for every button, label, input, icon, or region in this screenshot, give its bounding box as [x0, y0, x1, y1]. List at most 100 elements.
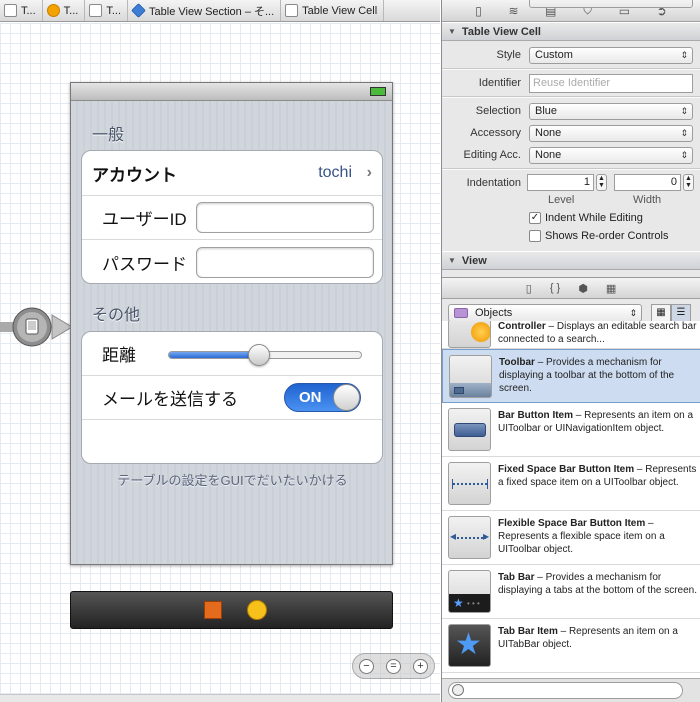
list-item[interactable]: ★ • • • Tab Bar – Provides a mechanism fo… — [442, 565, 700, 619]
editing-acc-row: Editing Acc. None ⇕ — [442, 144, 700, 166]
table-row-mail: メールを送信する ON — [82, 376, 382, 420]
indentation-label: Indentation — [466, 177, 521, 189]
indent-while-editing-label: Indent While Editing — [545, 212, 643, 224]
list-view-icon[interactable]: ☰ — [671, 304, 691, 322]
media-library-icon[interactable]: ▦ — [606, 282, 616, 295]
list-item[interactable]: Toolbar – Provides a mechanism for displ… — [442, 349, 700, 403]
objects-popup[interactable]: Objects ⇕ — [448, 304, 642, 322]
indentation-row: Indentation 1 ▲ ▼ 0 ▲ ▼ — [442, 172, 700, 194]
toggle-knob — [333, 384, 360, 411]
indent-while-editing-checkbox[interactable]: ✓ — [529, 212, 541, 224]
zoom-in-icon[interactable]: + — [413, 658, 428, 674]
password-field[interactable] — [196, 246, 374, 278]
identifier-label: Identifier — [478, 77, 521, 89]
tab-bar-thumb: ★ • • • — [448, 570, 491, 613]
disclosure-triangle-icon: ▼ — [448, 27, 456, 36]
table-group-general: アカウント tochi › ユーザーID パスワード — [81, 150, 383, 284]
account-value: tochi — [318, 164, 352, 181]
toggle-on-label: ON — [299, 389, 322, 406]
list-item[interactable]: Controller – Displays an editable search… — [442, 321, 700, 349]
library-filter-input[interactable] — [448, 682, 683, 699]
grid-view-icon[interactable]: ▦ — [651, 304, 671, 322]
list-item[interactable]: ★ Tab Bar Item – Represents an item on a… — [442, 619, 700, 673]
table-row-distance: 距離 — [82, 332, 382, 376]
style-popup[interactable]: Custom ⇕ — [529, 47, 693, 64]
selection-popup[interactable]: Blue ⇕ — [529, 103, 693, 120]
breadcrumb-item-tableview[interactable]: T... — [85, 0, 129, 21]
popup-arrows-icon: ⇕ — [680, 150, 688, 160]
library-search-bar — [442, 678, 700, 702]
breadcrumb-item-scene[interactable]: T... — [43, 0, 86, 21]
folder-icon — [454, 308, 468, 318]
popup-arrows-icon: ⇕ — [680, 128, 688, 138]
accessory-popup[interactable]: None ⇕ — [529, 125, 693, 142]
filter-icon — [452, 684, 464, 696]
mail-toggle[interactable]: ON — [284, 383, 361, 412]
table-view-cell-header[interactable]: ▼ Table View Cell — [442, 22, 700, 41]
item-name: Flexible Space Bar Button Item — [498, 518, 646, 529]
distance-slider-track[interactable] — [168, 344, 362, 366]
section-footer: テーブルの設定をGUIでだいたいかける — [117, 473, 348, 488]
zoom-fit-icon[interactable]: = — [386, 658, 401, 674]
list-item[interactable]: ◂ ▸ Flexible Space Bar Button Item – Repr… — [442, 511, 700, 565]
scene-dock — [70, 591, 393, 629]
level-field[interactable]: 1 — [527, 174, 594, 191]
width-field[interactable]: 0 — [614, 174, 681, 191]
file-template-library-icon[interactable]: ▯ — [526, 282, 532, 295]
zoom-controls: − = + — [352, 653, 435, 679]
table-row-empty[interactable] — [82, 420, 382, 463]
breadcrumb-item-project[interactable]: T... — [0, 0, 43, 21]
view-header[interactable]: ▼ View — [442, 251, 700, 270]
item-name: Bar Button Item — [498, 410, 573, 421]
table-view-scene[interactable]: 一般 アカウント tochi › ユーザーID パスワード その他 距離 メール… — [70, 82, 393, 565]
popup-arrows-icon: ⇕ — [680, 50, 688, 60]
selection-label: Selection — [475, 105, 521, 117]
item-name: Tab Bar Item — [498, 626, 558, 637]
password-label: パスワード — [102, 254, 187, 274]
accessory-row: Accessory None ⇕ — [442, 122, 700, 144]
distance-slider-knob[interactable] — [248, 344, 271, 366]
editing-acc-popup[interactable]: None ⇕ — [529, 147, 693, 164]
list-item[interactable]: Fixed Space Bar Button Item – Represents… — [442, 457, 700, 511]
show-reorder-checkbox[interactable] — [529, 230, 541, 242]
storyboard-canvas[interactable]: 一般 アカウント tochi › ユーザーID パスワード その他 距離 メール… — [0, 23, 440, 702]
object-library-list[interactable]: Controller – Displays an editable search… — [442, 321, 700, 678]
file-inspector-icon[interactable]: ▯ — [475, 4, 482, 18]
scene-icon — [46, 4, 60, 17]
quick-help-icon[interactable]: ≋ — [509, 4, 519, 18]
list-item[interactable]: Bar Button Item – Represents an item on … — [442, 403, 700, 457]
indent-while-editing-row: ✓ Indent While Editing — [442, 209, 700, 227]
popup-arrows-icon: ⇕ — [629, 308, 637, 318]
width-stepper[interactable]: ▲ ▼ — [683, 174, 694, 191]
breadcrumb-item-cell[interactable]: Table View Cell — [281, 0, 385, 21]
breadcrumb: T... T... T... Table View Section – そ...… — [0, 0, 440, 22]
view-controller-icon[interactable] — [247, 600, 267, 620]
tab-bar-item-thumb: ★ — [448, 624, 491, 667]
indentation-sublabels: Level Width — [442, 194, 700, 209]
fixed-space-thumb — [448, 462, 491, 505]
segue-arrow[interactable] — [0, 305, 72, 349]
account-label: アカウント — [92, 165, 177, 185]
library-tabs: ▯ { } ⬢ ▦ — [442, 277, 700, 299]
level-stepper[interactable]: ▲ ▼ — [596, 174, 607, 191]
section-header-general: 一般 — [92, 127, 125, 144]
section-header-other: その他 — [92, 307, 141, 324]
breadcrumb-item-section[interactable]: Table View Section – そ... — [128, 0, 282, 21]
userid-field[interactable] — [196, 202, 374, 233]
distance-slider-fill — [169, 352, 260, 358]
table-group-other: 距離 メールを送信する ON — [81, 331, 383, 464]
code-snippet-library-icon[interactable]: { } — [550, 282, 560, 294]
zoom-out-icon[interactable]: − — [359, 658, 374, 674]
identifier-row: Identifier Reuse Identifier — [442, 72, 700, 94]
horizontal-scrollbar[interactable] — [0, 694, 440, 702]
accessory-value: None — [535, 127, 562, 139]
selection-value: Blue — [535, 105, 558, 117]
object-library-icon[interactable]: ⬢ — [578, 282, 588, 295]
selection-row: Selection Blue ⇕ — [442, 100, 700, 122]
cell-icon — [285, 4, 299, 17]
table-row-account[interactable]: アカウント tochi › — [82, 151, 382, 196]
userid-label: ユーザーID — [102, 210, 187, 229]
first-responder-icon[interactable] — [204, 601, 222, 619]
battery-icon — [370, 87, 386, 96]
identifier-field[interactable]: Reuse Identifier — [529, 74, 693, 93]
